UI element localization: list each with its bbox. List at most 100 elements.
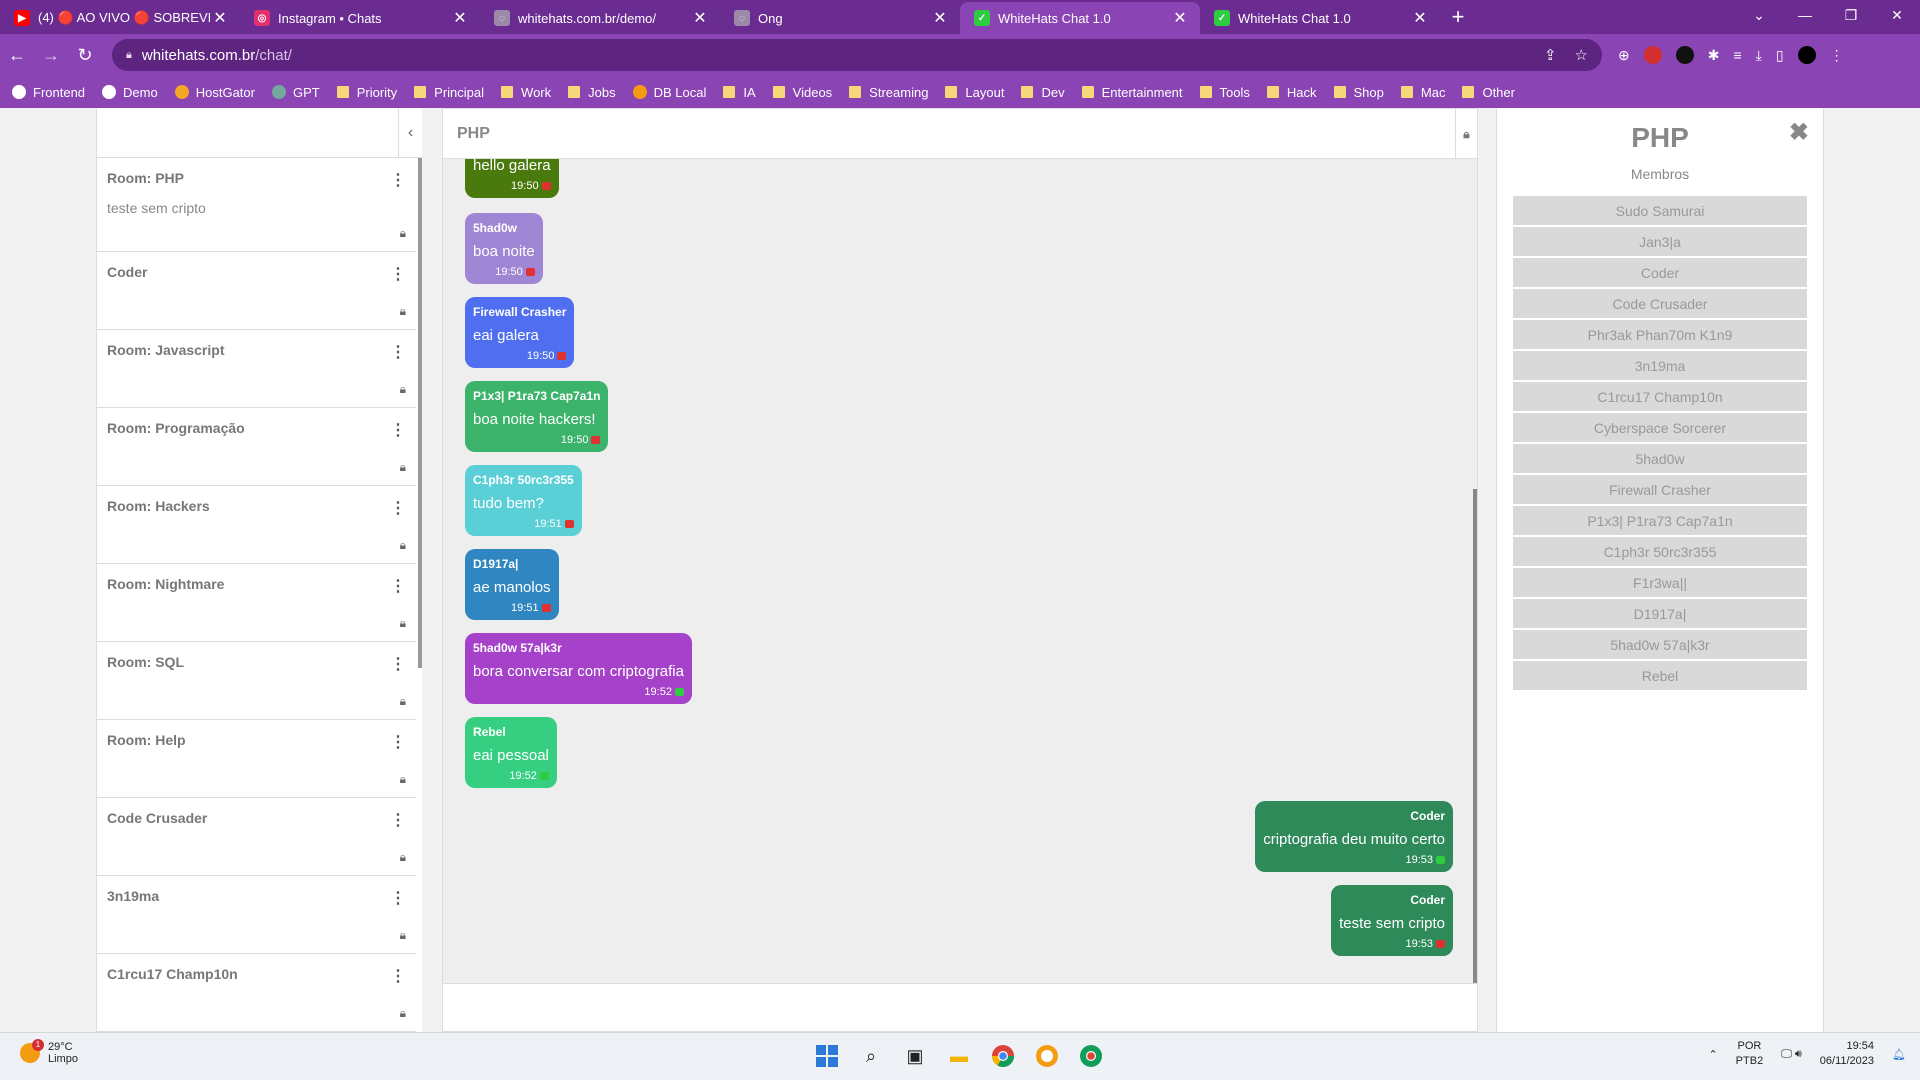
bookmark-item[interactable]: Frontend	[12, 85, 85, 100]
room-item[interactable]: Room: Programação ⋮ 🔒︎	[97, 408, 416, 486]
bookmark-item[interactable]: Entertainment	[1081, 85, 1183, 100]
tab-close-icon[interactable]: ✕	[1170, 8, 1190, 28]
bookmark-item[interactable]: HostGator	[174, 85, 255, 100]
room-menu-icon[interactable]: ⋮	[390, 420, 406, 440]
restore-button[interactable]: ❐	[1828, 0, 1874, 34]
member-item[interactable]: Jan3|a	[1513, 227, 1807, 258]
bookmark-item[interactable]: DB Local	[632, 85, 706, 100]
close-members-icon[interactable]: ✖	[1789, 118, 1809, 147]
browser-tab[interactable]: ✓ WhiteHats Chat 1.0 ✕	[1200, 2, 1440, 34]
room-item[interactable]: Room: Help ⋮ 🔒︎	[97, 720, 416, 798]
member-item[interactable]: 5had0w	[1513, 444, 1807, 475]
member-item[interactable]: Sudo Samurai	[1513, 196, 1807, 227]
download-icon[interactable]: ⤓	[1756, 47, 1762, 64]
room-item[interactable]: Coder ⋮ 🔒︎	[97, 252, 416, 330]
tab-close-icon[interactable]: ✕	[690, 8, 710, 28]
weather-widget[interactable]: 1 29°C Limpo	[20, 1039, 78, 1065]
member-item[interactable]: F1r3wa||	[1513, 568, 1807, 599]
site-info-icon[interactable]: 🔒︎	[126, 49, 132, 62]
room-item[interactable]: Room: Hackers ⋮ 🔒︎	[97, 486, 416, 564]
extensions-puzzle-icon[interactable]: ✱	[1708, 47, 1720, 64]
bookmark-item[interactable]: Mac	[1400, 85, 1445, 100]
profile-avatar[interactable]	[1797, 46, 1816, 64]
member-item[interactable]: 5had0w 57a|k3r	[1513, 630, 1807, 661]
language-indicator[interactable]: POR PTB2	[1736, 1039, 1764, 1069]
back-button[interactable]: ←	[0, 45, 34, 66]
tray-chevron-icon[interactable]: ⌃	[1708, 1048, 1717, 1061]
chrome-profile-icon[interactable]	[1076, 1041, 1106, 1071]
notification-bell-icon[interactable]: 🔔︎	[1892, 1048, 1906, 1061]
member-item[interactable]: P1x3| P1ra73 Cap7a1n	[1513, 506, 1807, 537]
room-menu-icon[interactable]: ⋮	[390, 264, 406, 284]
tab-close-icon[interactable]: ✕	[450, 8, 470, 28]
app-orange-icon[interactable]	[1032, 1041, 1062, 1071]
bookmark-item[interactable]: GPT	[271, 85, 320, 100]
room-item[interactable]: 3n19ma ⋮ 🔒︎	[97, 876, 416, 954]
room-item[interactable]: Room: Javascript ⋮ 🔒︎	[97, 330, 416, 408]
address-bar[interactable]: 🔒︎ whitehats.com.br/chat/ ⇪ ☆	[112, 39, 1602, 71]
room-menu-icon[interactable]: ⋮	[390, 732, 406, 752]
room-item[interactable]: Code Crusader ⋮ 🔒︎	[97, 798, 416, 876]
bookmark-item[interactable]: Principal	[414, 85, 484, 100]
browser-tab[interactable]: ✓ WhiteHats Chat 1.0 ✕	[960, 2, 1200, 34]
room-menu-icon[interactable]: ⋮	[390, 170, 406, 190]
member-item[interactable]: C1ph3r 50rc3r355	[1513, 537, 1807, 568]
reading-list-icon[interactable]: ≡	[1733, 47, 1741, 63]
side-panel-icon[interactable]: ▯	[1776, 47, 1784, 64]
room-item[interactable]: Room: PHP teste sem cripto ⋮ 🔒︎	[97, 158, 416, 252]
message-input[interactable]	[443, 983, 1477, 1031]
reload-button[interactable]: ↻	[68, 45, 102, 66]
clock[interactable]: 19:54 06/11/2023	[1820, 1039, 1874, 1069]
member-item[interactable]: Code Crusader	[1513, 289, 1807, 320]
member-item[interactable]: C1rcu17 Champ10n	[1513, 382, 1807, 413]
room-item[interactable]: Room: SQL ⋮ 🔒︎	[97, 642, 416, 720]
menu-kebab-icon[interactable]: ⋮	[1830, 47, 1844, 64]
bookmark-star-icon[interactable]: ☆	[1575, 46, 1588, 64]
bookmark-item[interactable]: Priority	[336, 85, 397, 100]
bookmark-item[interactable]: Shop	[1333, 85, 1384, 100]
room-item[interactable]: C1rcu17 Champ10n ⋮ 🔒︎	[97, 954, 416, 1032]
member-item[interactable]: Phr3ak Phan70m K1n9	[1513, 320, 1807, 351]
room-item[interactable]: Room: Nightmare ⋮ 🔒︎	[97, 564, 416, 642]
browser-tab[interactable]: ▶ (4) 🔴 AO VIVO 🔴 SOBREVIVEN✕	[0, 2, 240, 34]
tab-close-icon[interactable]: ✕	[930, 8, 950, 28]
member-item[interactable]: Rebel	[1513, 661, 1807, 692]
member-item[interactable]: D1917a|	[1513, 599, 1807, 630]
share-icon[interactable]: ⇪	[1544, 46, 1557, 64]
room-menu-icon[interactable]: ⋮	[390, 498, 406, 518]
browser-tab[interactable]: ◌ whitehats.com.br/demo/ ✕	[480, 2, 720, 34]
minimize-button[interactable]: —	[1782, 0, 1828, 34]
bookmark-item[interactable]: Tools	[1199, 85, 1250, 100]
task-view-icon[interactable]: ▣	[900, 1041, 930, 1071]
bookmark-item[interactable]: Other	[1462, 85, 1515, 100]
bookmark-item[interactable]: Hack	[1266, 85, 1317, 100]
windows-start-icon[interactable]	[812, 1041, 842, 1071]
new-tab-button[interactable]: +	[1440, 4, 1476, 30]
bookmark-item[interactable]: Videos	[772, 85, 832, 100]
adblock-icon[interactable]	[1643, 46, 1662, 64]
chrome-icon[interactable]	[988, 1041, 1018, 1071]
member-item[interactable]: Coder	[1513, 258, 1807, 289]
tab-close-icon[interactable]: ✕	[1410, 8, 1430, 28]
file-explorer-icon[interactable]: ▬	[944, 1041, 974, 1071]
browser-tab[interactable]: ◌ Ong ✕	[720, 2, 960, 34]
member-item[interactable]: 3n19ma	[1513, 351, 1807, 382]
forward-button[interactable]: →	[34, 45, 68, 66]
search-icon[interactable]: ⌕	[856, 1041, 886, 1071]
bookmark-item[interactable]: IA	[723, 85, 756, 100]
room-menu-icon[interactable]: ⋮	[390, 888, 406, 908]
collapse-sidebar-button[interactable]: ‹	[398, 108, 422, 158]
network-volume-icon[interactable]: 🖵︎ 🔊︎	[1781, 1048, 1802, 1061]
room-menu-icon[interactable]: ⋮	[390, 342, 406, 362]
lightning-extension-icon[interactable]	[1675, 46, 1694, 64]
bookmark-item[interactable]: Streaming	[849, 85, 928, 100]
bookmark-item[interactable]: Demo	[102, 85, 158, 100]
member-item[interactable]: Cyberspace Sorcerer	[1513, 413, 1807, 444]
member-item[interactable]: Firewall Crasher	[1513, 475, 1807, 506]
messages-scrollbar[interactable]	[1473, 489, 1477, 985]
room-menu-icon[interactable]: ⋮	[390, 966, 406, 986]
bookmark-item[interactable]: Work	[501, 85, 551, 100]
add-extension-icon[interactable]: ⊕	[1618, 47, 1630, 64]
bookmark-item[interactable]: Jobs	[568, 85, 616, 100]
close-window-button[interactable]: ✕	[1874, 0, 1920, 34]
